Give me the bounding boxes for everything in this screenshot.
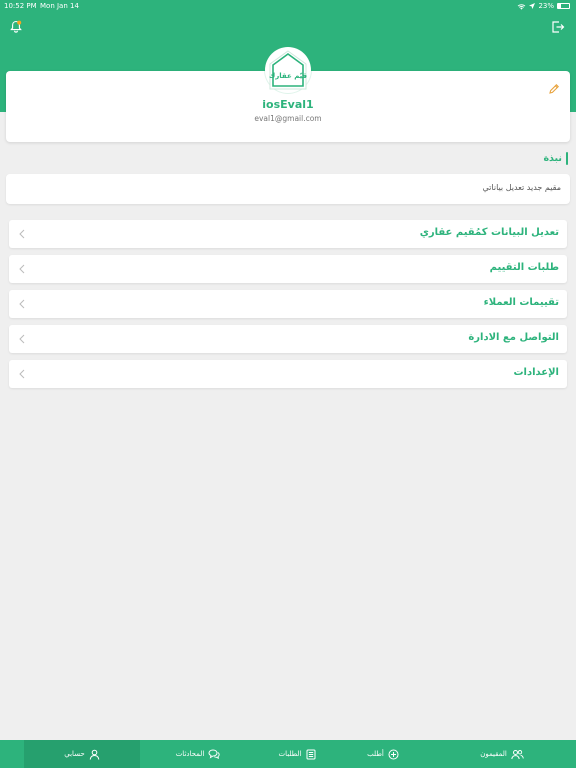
menu-item-client-ratings[interactable]: تقييمات العملاء <box>9 290 567 318</box>
menu-item-settings[interactable]: الإعدادات <box>9 360 567 388</box>
bottom-tab-bar: حسابي المحادثات الطلبات أطلب المقيمون <box>0 740 576 768</box>
battery-icon <box>557 3 570 9</box>
bio-title-text: نبذة <box>543 153 562 164</box>
menu-item-label: تعديل البيانات كمُقيم عقاري <box>419 227 559 238</box>
menu-item-edit-profile[interactable]: تعديل البيانات كمُقيم عقاري <box>9 220 567 248</box>
pencil-icon <box>549 84 559 94</box>
edit-profile-button[interactable] <box>548 80 560 94</box>
chevron-left-icon <box>19 264 25 274</box>
bio-accent-bar <box>566 152 568 165</box>
bio-section-title: نبذة <box>543 152 568 165</box>
chevron-left-icon <box>19 334 25 344</box>
bell-icon <box>10 20 22 33</box>
logout-button[interactable] <box>551 19 565 33</box>
menu-item-evaluation-requests[interactable]: طلبات التقييم <box>9 255 567 283</box>
status-date: Mon Jan 14 <box>40 2 79 10</box>
notifications-button[interactable] <box>9 19 23 33</box>
menu-item-label: تقييمات العملاء <box>483 297 559 308</box>
profile-email: eval1@gmail.com <box>254 114 322 123</box>
avatar: قيّم عقارك <box>265 47 311 93</box>
bio-text: مقيم جديد تعديل بياناتي <box>482 183 561 192</box>
menu-item-contact-admin[interactable]: التواصل مع الادارة <box>9 325 567 353</box>
tab-requests[interactable]: الطلبات <box>256 740 338 768</box>
list-icon <box>306 749 315 759</box>
tab-label: حسابي <box>64 750 85 758</box>
app-logo: قيّم عقارك <box>269 50 308 90</box>
location-arrow-icon <box>529 3 536 9</box>
battery-percent: 23% <box>538 2 554 10</box>
logout-icon <box>552 21 565 33</box>
wifi-icon <box>518 3 526 10</box>
chat-icon <box>208 749 220 759</box>
tab-order[interactable]: أطلب <box>338 740 428 768</box>
status-right: 23% <box>517 2 570 10</box>
menu-item-label: الإعدادات <box>513 367 559 378</box>
users-icon <box>511 749 524 759</box>
plus-circle-icon <box>388 749 399 759</box>
tab-my-account[interactable]: حسابي <box>24 740 140 768</box>
menu-item-label: طلبات التقييم <box>489 262 559 273</box>
tab-label: المقيمون <box>480 750 507 758</box>
person-icon <box>89 749 100 760</box>
menu-item-label: التواصل مع الادارة <box>468 332 559 343</box>
chevron-left-icon <box>19 369 25 379</box>
chevron-left-icon <box>19 229 25 239</box>
tab-label: المحادثات <box>175 750 205 758</box>
tab-evaluators[interactable]: المقيمون <box>428 740 576 768</box>
tab-chats[interactable]: المحادثات <box>140 740 256 768</box>
profile-name: iosEval1 <box>262 98 314 111</box>
bio-card: مقيم جديد تعديل بياناتي <box>6 174 570 204</box>
status-bar: 10:52 PM Mon Jan 14 23% <box>0 0 576 12</box>
logo-text: قيّم عقارك <box>269 72 308 80</box>
chevron-left-icon <box>19 299 25 309</box>
tab-label: أطلب <box>367 750 384 758</box>
tab-label: الطلبات <box>278 750 302 758</box>
status-time: 10:52 PM <box>4 2 37 10</box>
